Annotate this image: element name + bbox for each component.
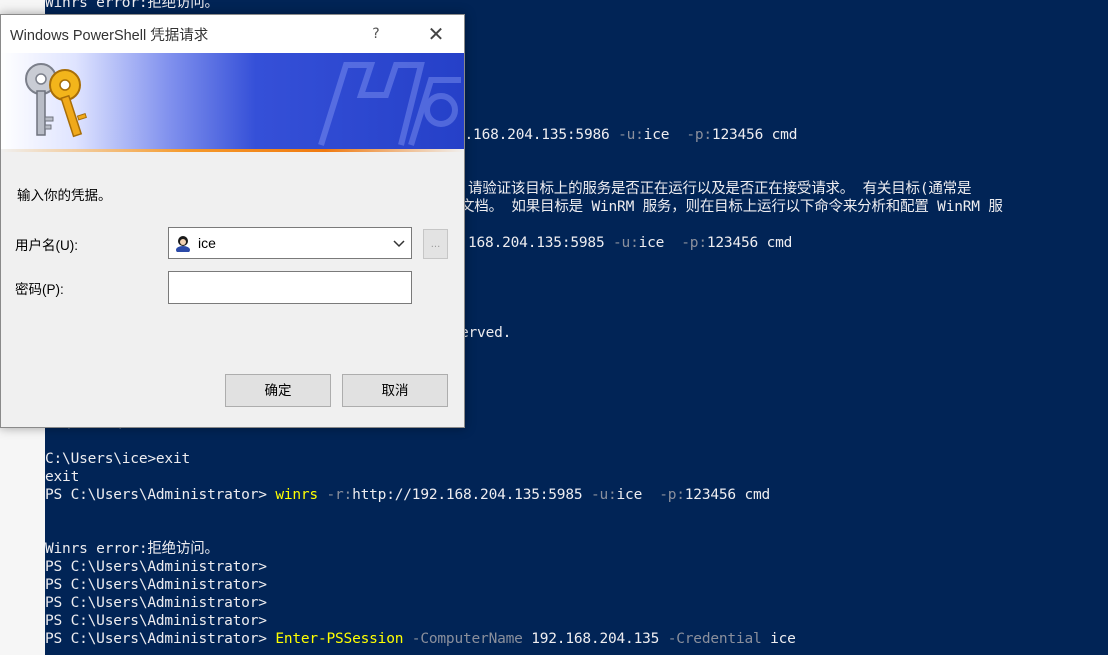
console-text-segment: PS C:\Users\Administrator> — [45, 595, 267, 611]
username-value: ice — [198, 235, 216, 251]
console-text-segment: -u: — [590, 487, 617, 503]
console-text-segment: -u: — [613, 235, 639, 251]
console-line: 请验证该目标上的服务是否正在运行以及是否正在接受请求。 有关目标(通常是 — [468, 180, 971, 198]
console-line: PS C:\Users\Administrator> — [45, 594, 267, 612]
console-text-segment: Winrs error:拒绝访问。 — [45, 0, 219, 11]
cancel-button[interactable]: 取消 — [342, 374, 448, 407]
console-line: Winrs error:拒绝访问。 — [45, 0, 219, 12]
console-text-segment: C:\Users\ice>exit — [45, 451, 191, 467]
console-line: PS C:\Users\Administrator> — [45, 612, 267, 630]
console-line: PS C:\Users\Administrator> Enter-PSSessi… — [45, 630, 796, 648]
console-text-segment: -p: — [681, 235, 707, 251]
ok-button[interactable]: 确定 — [225, 374, 331, 407]
console-text-segment: -r: — [326, 487, 353, 503]
help-button[interactable]: ? — [361, 19, 391, 49]
console-text-segment: PS C:\Users\Administrator> — [45, 631, 276, 647]
console-text-segment: 123456 cmd — [706, 235, 793, 251]
chevron-down-icon[interactable] — [393, 237, 405, 249]
console-line: 168.204.135:5985 -u:ice -p:123456 cmd — [468, 234, 792, 252]
console-text-segment: http://192.168.204.135:5985 — [352, 487, 591, 503]
credential-dialog: Windows PowerShell 凭据请求 ? ✕ 输入你的凭据。 用户名(… — [0, 14, 465, 428]
banner-watermark-icon — [318, 62, 461, 146]
console-text-segment: ice — [643, 127, 687, 143]
console-line: erved. — [460, 324, 511, 342]
password-field[interactable] — [168, 271, 412, 304]
username-label: 用户名(U): — [15, 238, 78, 253]
console-text-segment: winrs — [275, 487, 327, 503]
console-text-segment: -ComputerName — [411, 631, 532, 647]
close-button[interactable]: ✕ — [419, 19, 453, 49]
console-text-segment: PS C:\Users\Administrator> — [45, 577, 267, 593]
console-text-segment: Enter-PSSession — [275, 631, 412, 647]
console-line: PS C:\Users\Administrator> — [45, 576, 267, 594]
console-line: PS C:\Users\Administrator> winrs -r:http… — [45, 486, 770, 504]
console-line: C:\Users\ice>exit — [45, 450, 190, 468]
console-text-segment: -p: — [659, 487, 685, 503]
console-text-segment: -u: — [618, 127, 644, 143]
console-text-segment: -p: — [686, 127, 712, 143]
console-line: 2.168.204.135:5986 -u:ice -p:123456 cmd — [456, 126, 797, 144]
console-text-segment: ice — [770, 631, 796, 647]
dialog-banner — [1, 53, 464, 149]
console-line: 文档。 如果目标是 WinRM 服务，则在目标上运行以下命令来分析和配置 Win… — [460, 198, 1003, 216]
console-text-segment: exit — [45, 469, 80, 485]
console-text-segment: 文档。 如果目标是 WinRM 服务，则在目标上运行以下命令来分析和配置 Win… — [460, 199, 1003, 215]
console-line: exit — [45, 468, 79, 486]
console-text-segment: ice — [638, 235, 682, 251]
console-line: Winrs error:拒绝访问。 — [45, 540, 219, 558]
dialog-title: Windows PowerShell 凭据请求 — [10, 28, 209, 44]
console-line: PS C:\Users\Administrator> — [45, 558, 267, 576]
console-text-segment: ice — [616, 487, 660, 503]
console-text-segment: PS C:\Users\Administrator> — [45, 559, 267, 575]
console-text-segment: 168.204.135:5985 — [468, 235, 614, 251]
console-text-segment: -Credential — [667, 631, 771, 647]
dialog-titlebar: Windows PowerShell 凭据请求 ? ✕ — [1, 15, 464, 53]
console-text-segment: 123456 cmd — [711, 127, 798, 143]
keys-icon — [25, 63, 87, 138]
user-icon — [176, 236, 190, 252]
console-text-segment: 123456 cmd — [684, 487, 771, 503]
password-label: 密码(P): — [15, 282, 64, 297]
console-text-segment: PS C:\Users\Administrator> — [45, 613, 267, 629]
console-text-segment: 2.168.204.135:5986 — [456, 127, 619, 143]
console-text-segment: erved. — [460, 325, 512, 341]
console-text-segment: PS C:\Users\Administrator> — [45, 487, 276, 503]
console-text-segment: Winrs error:拒绝访问。 — [45, 541, 219, 557]
console-text-segment: 192.168.204.135 — [531, 631, 668, 647]
username-combobox[interactable]: ice — [168, 227, 412, 259]
console-text-segment: 请验证该目标上的服务是否正在运行以及是否正在接受请求。 有关目标(通常是 — [468, 181, 972, 197]
browse-credentials-button[interactable]: ... — [423, 229, 448, 259]
credential-prompt: 输入你的凭据。 — [17, 188, 112, 203]
banner-accent-line — [1, 149, 464, 152]
